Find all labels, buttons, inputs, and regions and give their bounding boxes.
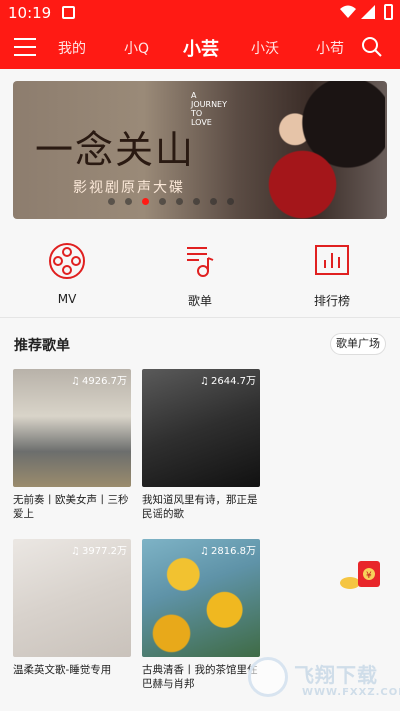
playlist-cover[interactable]: 2816.8万 <box>142 539 260 657</box>
playlist-title[interactable]: 无前奏丨欧美女声丨三秒爱上 <box>13 493 131 521</box>
pager-dot[interactable] <box>176 198 183 205</box>
search-icon[interactable] <box>361 36 383 58</box>
banner-small-text: A JOURNEY TO LOVE <box>191 91 227 127</box>
playlist-card[interactable]: 4926.7万 无前奏丨欧美女声丨三秒爱上 <box>13 369 131 521</box>
tab-xiaogou[interactable]: 小苟 <box>316 38 344 58</box>
app-header: 我的 小Q 小芸 小沃 小苟 <box>0 27 400 69</box>
menu-icon[interactable] <box>14 38 36 56</box>
feature-label: 歌单 <box>187 294 212 308</box>
feature-label: 排行榜 <box>313 294 350 308</box>
banner-subtitle: 影视剧原声大碟 <box>73 180 185 196</box>
status-bar: 10:19 <box>0 0 400 27</box>
playlist-title[interactable]: 我知道风里有诗，那正是民谣的歌 <box>142 493 260 521</box>
playlist-cover[interactable]: 3977.2万 <box>13 539 131 657</box>
play-count: 3977.2万 <box>71 542 127 557</box>
wifi-icon <box>340 5 356 18</box>
pager-dot[interactable] <box>210 198 217 205</box>
play-count: 4926.7万 <box>71 372 127 387</box>
playlist-card[interactable]: 3977.2万 温柔英文歌-睡觉专用 <box>13 539 131 677</box>
playlist-title[interactable]: 温柔英文歌-睡觉专用 <box>13 663 131 677</box>
playlist-title[interactable]: 古典清香丨我的茶馆里住巴赫与肖邦 <box>142 663 260 691</box>
status-time: 10:19 <box>8 4 52 22</box>
svg-text:¥: ¥ <box>366 571 372 581</box>
feature-row: MV 歌单 排行榜 <box>0 232 400 312</box>
tab-xiaoyun[interactable]: 小芸 <box>183 35 219 61</box>
watermark-url: WWW.FXXZ.COM <box>302 687 400 698</box>
feature-charts[interactable]: 排行榜 <box>292 242 372 309</box>
feature-label: MV <box>57 292 77 306</box>
playlist-cover[interactable]: 4926.7万 <box>13 369 131 487</box>
film-reel-icon <box>49 243 85 279</box>
banner-pager <box>108 198 234 205</box>
divider <box>0 317 400 318</box>
section-title: 推荐歌单 <box>14 338 70 354</box>
playlist-plaza-button[interactable]: 歌单广场 <box>330 333 386 355</box>
playlist-icon <box>187 247 214 277</box>
battery-icon <box>384 4 393 20</box>
playlist-card[interactable]: 2644.7万 我知道风里有诗，那正是民谣的歌 <box>142 369 260 521</box>
signal-icon <box>361 5 375 19</box>
watermark: 飞翔下载 WWW.FXXZ.COM <box>248 655 400 711</box>
banner-title: 一念关山 <box>35 128 196 172</box>
play-count: 2816.8万 <box>200 542 256 557</box>
pager-dot[interactable] <box>227 198 234 205</box>
tab-mine[interactable]: 我的 <box>58 38 86 58</box>
playlist-card[interactable]: 2816.8万 古典清香丨我的茶馆里住巴赫与肖邦 <box>142 539 260 691</box>
pager-dot[interactable] <box>193 198 200 205</box>
pager-dot[interactable] <box>125 198 132 205</box>
feature-playlists[interactable]: 歌单 <box>160 242 240 309</box>
pager-dot[interactable] <box>159 198 166 205</box>
notification-icon <box>62 6 75 19</box>
banner-image <box>235 81 385 219</box>
play-count: 2644.7万 <box>200 372 256 387</box>
pager-dot-active[interactable] <box>142 198 149 205</box>
tab-xiaoq[interactable]: 小Q <box>124 38 149 58</box>
pager-dot[interactable] <box>108 198 115 205</box>
watermark-logo-icon <box>248 657 288 697</box>
chart-icon <box>315 245 349 275</box>
tab-xiaowo[interactable]: 小沃 <box>251 38 279 58</box>
playlist-cover[interactable]: 2644.7万 <box>142 369 260 487</box>
feature-mv[interactable]: MV <box>27 242 107 306</box>
watermark-text: 飞翔下载 <box>294 663 378 687</box>
red-packet-icon[interactable]: ¥ <box>338 557 386 591</box>
